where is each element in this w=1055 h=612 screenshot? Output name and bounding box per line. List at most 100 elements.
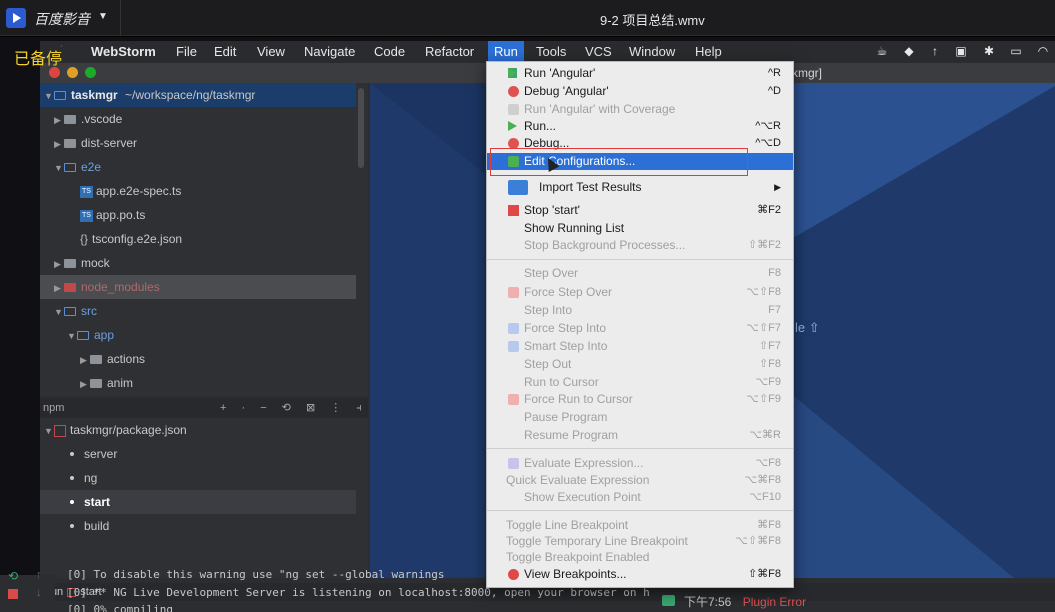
menu-item-show-running-list[interactable]: Show Running List [487, 220, 793, 237]
menu-webstorm[interactable]: WebStorm [91, 44, 156, 59]
arrow-down-icon[interactable]: ↓ [36, 587, 42, 599]
battery-icon[interactable]: ▭ [1006, 45, 1026, 57]
maximize-window-icon[interactable] [85, 67, 96, 78]
plugin-error-status[interactable]: Plugin Error [743, 595, 806, 609]
stop-icon[interactable] [8, 589, 18, 599]
menu-item-toggle-temporary-line-breakpoint[interactable]: Toggle Temporary Line Breakpoint ⌥⇧⌘F8 [487, 533, 793, 550]
menu-item-step-into[interactable]: Step Into F7 [487, 302, 793, 319]
chevron-right-icon[interactable]: ▶ [54, 252, 64, 276]
menu-item-evaluate-expression[interactable]: Evaluate Expression... ⌥F8 [487, 455, 793, 472]
npm-script-start[interactable]: start [40, 490, 356, 514]
tree-item-app-po[interactable]: TS app.po.ts [40, 203, 356, 227]
menu-item-force-step-over[interactable]: Force Step Over ⌥⇧F8 [487, 284, 793, 301]
minimize-window-icon[interactable] [67, 67, 78, 78]
screen-record-icon[interactable]: ▣ [954, 45, 968, 57]
menu-edit[interactable]: Edit [214, 44, 236, 59]
bullet-icon [70, 476, 74, 480]
menu-item-stop-background-processes[interactable]: Stop Background Processes... ⇧⌘F2 [487, 237, 793, 254]
tree-item-node-modules[interactable]: ▶ node_modules [40, 275, 356, 299]
menu-item-smart-step-into[interactable]: Smart Step Into ⇧F7 [487, 338, 793, 355]
menu-item-step-out[interactable]: Step Out ⇧F8 [487, 356, 793, 373]
menu-code[interactable]: Code [374, 44, 405, 59]
run-icon [508, 68, 517, 78]
menu-item-run-to-cursor[interactable]: Run to Cursor ⌥F9 [487, 374, 793, 391]
tree-item-actions[interactable]: ▶ actions [40, 347, 356, 371]
chevron-down-icon[interactable]: ▼ [98, 11, 108, 22]
chevron-down-icon[interactable]: ▼ [67, 324, 77, 348]
project-scrollbar[interactable] [358, 88, 364, 168]
console-line: [0] To disable this warning use "ng set … [67, 568, 445, 581]
tree-item-vscode[interactable]: ▶ .vscode [40, 107, 356, 131]
tree-item-anim[interactable]: ▶ anim [40, 371, 356, 395]
chevron-down-icon[interactable]: ▼ [54, 156, 64, 180]
menu-item-run-with-coverage[interactable]: Run 'Angular' with Coverage [487, 101, 793, 118]
menu-item-label: Pause Program [524, 410, 608, 424]
tree-item-taskmgr[interactable]: ▼ taskmgr ~/workspace/ng/taskmgr [40, 83, 356, 107]
menu-view[interactable]: View [257, 44, 285, 59]
menu-window[interactable]: Window [629, 44, 675, 59]
menu-tools[interactable]: Tools [536, 44, 566, 59]
console-line: [0] 0% compiling [67, 603, 173, 612]
menu-item-shortcut: ⌥F9 [755, 376, 781, 388]
menu-help[interactable]: Help [695, 44, 722, 59]
npm-scripts-panel: ▼ taskmgr/package.json server ng start bu… [40, 418, 368, 578]
rerun-icon[interactable]: ⟲ [8, 569, 18, 583]
bluetooth-icon[interactable]: ✱ [982, 45, 996, 57]
menu-refactor[interactable]: Refactor [425, 44, 474, 59]
npm-script-build[interactable]: build [40, 514, 356, 538]
npm-toolbar[interactable]: + · − ⟲ ⊠ ⋮ ⫞ [220, 398, 368, 418]
tree-item-tsconfig-e2e[interactable]: {} tsconfig.e2e.json [40, 227, 356, 251]
menu-item-pause-program[interactable]: Pause Program [487, 409, 793, 426]
chevron-right-icon[interactable]: ▶ [54, 132, 64, 156]
event-log-icon[interactable] [662, 595, 675, 606]
menu-item-toggle-breakpoint-enabled[interactable]: Toggle Breakpoint Enabled [487, 549, 793, 566]
menu-item-run-angular[interactable]: Run 'Angular' ^R [487, 65, 793, 82]
chevron-right-icon[interactable]: ▶ [54, 108, 64, 132]
tree-item-dist-server[interactable]: ▶ dist-server [40, 131, 356, 155]
chevron-right-icon[interactable]: ▶ [80, 348, 90, 372]
menu-item-force-run-to-cursor[interactable]: Force Run to Cursor ⌥⇧F9 [487, 391, 793, 408]
menu-item-quick-evaluate-expression[interactable]: Quick Evaluate Expression ⌥⌘F8 [487, 472, 793, 489]
wifi-icon[interactable]: ◠ [1036, 45, 1050, 57]
menu-vcs[interactable]: VCS [585, 44, 612, 59]
bullet-icon [70, 500, 74, 504]
player-logo-icon[interactable] [6, 8, 26, 28]
menu-item-label: Stop Background Processes... [524, 238, 686, 252]
upload-arrow-icon[interactable]: ↑ [928, 45, 942, 57]
chevron-down-icon[interactable]: ▼ [54, 300, 64, 324]
chevron-down-icon[interactable]: ▼ [44, 419, 54, 443]
menu-item-resume-program[interactable]: Resume Program ⌥⌘R [487, 427, 793, 444]
menu-run[interactable]: Run [488, 41, 524, 63]
tree-item-app[interactable]: ▼ app [40, 323, 356, 347]
player-app-name[interactable]: 百度影音 [34, 9, 90, 29]
arrow-up-icon[interactable]: ↑ [36, 569, 42, 581]
chevron-down-icon[interactable]: ▼ [44, 84, 54, 108]
menu-item-show-execution-point[interactable]: Show Execution Point ⌥F10 [487, 489, 793, 506]
menu-item-run[interactable]: Run... ^⌥R [487, 118, 793, 135]
npm-script-server[interactable]: server [40, 442, 356, 466]
tree-item-app-e2e-spec[interactable]: TS app.e2e-spec.ts [40, 179, 356, 203]
tree-item-mock[interactable]: ▶ mock [40, 251, 356, 275]
chevron-right-icon[interactable]: ▶ [54, 276, 64, 300]
menu-item-stop-start[interactable]: Stop 'start' ⌘F2 [487, 202, 793, 219]
chevron-right-icon[interactable]: ▶ [80, 372, 90, 396]
menu-item-step-over[interactable]: Step Over F8 [487, 265, 793, 282]
menu-item-edit-configurations[interactable]: Edit Configurations... [487, 153, 793, 170]
menu-navigate[interactable]: Navigate [304, 44, 355, 59]
coffee-cup-icon[interactable]: ☕ [875, 45, 889, 57]
menu-item-import-test-results[interactable]: Import Test Results ▶ [487, 177, 793, 197]
menu-file[interactable]: File [176, 44, 197, 59]
npm-script-ng[interactable]: ng [40, 466, 356, 490]
menu-item-toggle-line-breakpoint[interactable]: Toggle Line Breakpoint ⌘F8 [487, 517, 793, 534]
tree-item-src[interactable]: ▼ src [40, 299, 356, 323]
menu-item-debug-angular[interactable]: Debug 'Angular' ^D [487, 83, 793, 100]
menu-item-label: Stop 'start' [524, 203, 580, 217]
menu-item-force-step-into[interactable]: Force Step Into ⌥⇧F7 [487, 320, 793, 337]
menu-item-label: Step Into [524, 303, 573, 317]
menu-item-label: Step Out [524, 357, 572, 371]
npm-package-row[interactable]: ▼ taskmgr/package.json [40, 418, 356, 442]
menu-item-view-breakpoints[interactable]: View Breakpoints... ⇧⌘F8 [487, 566, 793, 583]
hat-icon[interactable]: ◆ [902, 45, 916, 57]
tree-item-e2e[interactable]: ▼ e2e [40, 155, 356, 179]
menu-item-debug[interactable]: Debug... ^⌥D [487, 135, 793, 152]
